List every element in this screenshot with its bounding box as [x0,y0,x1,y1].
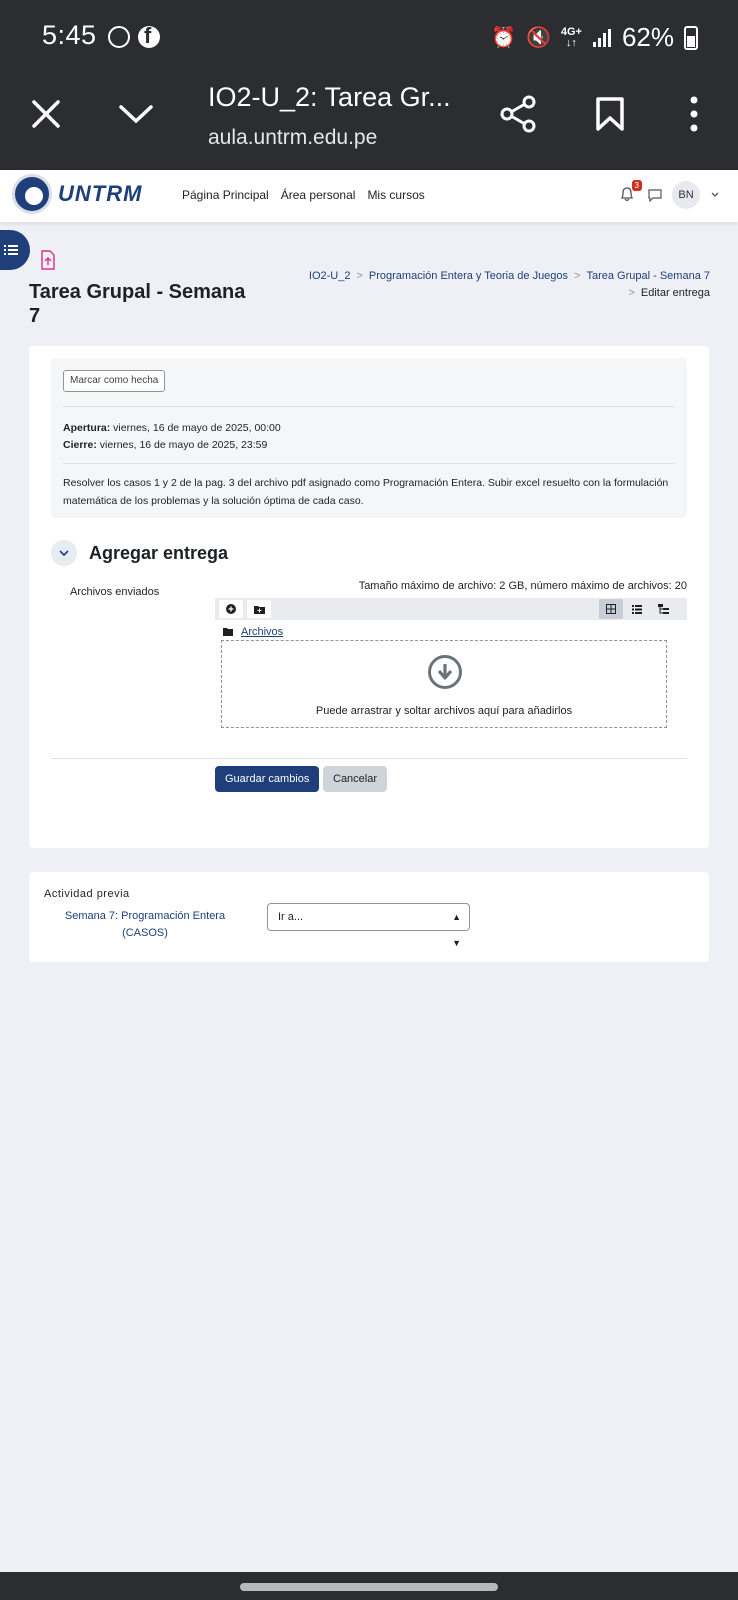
previous-activity-link[interactable]: Semana 7: Programación Entera (CASOS) [59,908,231,942]
jump-to-value: Ir a... [278,911,304,923]
status-time: 5:45 [42,20,97,50]
files-field-label: Archivos enviados [70,586,160,598]
assignment-description: Resolver los casos 1 y 2 de la pag. 3 de… [63,477,669,507]
jump-to-select[interactable]: Ir a... ▲ ▼ [267,903,470,948]
facebook-icon [138,23,160,49]
site-navbar: UNTRM Página Principal Área personal Mis… [0,170,738,222]
mark-as-done-button[interactable]: Marcar como hecha [63,370,166,392]
select-arrow-icon: ▲ ▼ [452,912,461,948]
primary-nav: Página Principal Área personal Mis curso… [182,188,425,202]
assignment-dates: Apertura: viernes, 16 de mayo de 2025, 0… [63,420,281,454]
view-tree-button[interactable] [651,599,675,619]
tab-url[interactable]: aula.untrm.edu.pe [208,126,377,150]
home-gesture-handle[interactable] [240,1583,498,1591]
submission-card: Marcar como hecha Apertura: viernes, 16 … [29,346,709,848]
files-folder-link[interactable]: Archivos [241,626,283,638]
breadcrumb: IO2-U_2 > Programación Entera y Teoria de … [308,270,710,299]
divider [63,463,675,464]
notification-count-badge: 3 [631,180,642,191]
add-submission-header[interactable]: Agregar entrega [51,540,228,566]
battery-percent: 62% [621,22,674,52]
list-view-icon [632,604,642,614]
minimize-button[interactable] [112,90,160,138]
signal-icon [592,28,611,47]
tab-title: IO2-U_2: Tarea Gr... [208,82,451,112]
divider [63,406,675,407]
close-tab-button[interactable] [22,90,70,138]
collapse-toggle[interactable] [51,540,77,566]
assignment-icon [41,250,55,270]
folder-icon [223,628,233,636]
notifications-button[interactable]: 3 [620,180,642,204]
cancel-button[interactable]: Cancelar [323,766,388,792]
network-indicator: 4G+ ↓↑ [560,25,582,49]
view-icons-button[interactable] [599,599,623,619]
alarm-icon: ⏰ [491,27,516,49]
file-picker-toolbar [215,598,687,620]
status-icons: ⏰ 🔇 4G+ ↓↑ 62% [491,22,698,53]
site-logo[interactable]: UNTRM [58,181,142,207]
more-menu-button[interactable] [670,90,718,138]
share-icon [500,95,536,133]
chevron-down-icon[interactable] [710,191,720,199]
assignment-info: Marcar como hecha Apertura: viernes, 16 … [51,358,687,518]
file-picker-path: Archivos [223,626,283,638]
drop-zone-text: Puede arrastrar y soltar archivos aquí p… [315,705,573,717]
chevron-down-icon [59,550,69,557]
mute-icon: 🔇 [525,27,551,49]
bookmark-button[interactable] [586,90,634,138]
battery-icon [684,25,698,50]
course-index-toggle[interactable] [0,230,30,270]
list-icon [4,245,18,255]
folder-plus-icon [253,605,265,614]
closing-label: Cierre: [63,439,97,451]
breadcrumb-assignment[interactable]: Tarea Grupal - Semana 7 [586,270,710,282]
breadcrumb-current: Editar entrega [640,287,710,299]
bookmark-icon [596,97,624,131]
download-arrow-icon [428,655,462,689]
nav-home[interactable]: Página Principal [182,188,269,202]
previous-activity-heading: Actividad previa [44,888,130,900]
add-file-icon [226,604,236,614]
breadcrumb-section[interactable]: Programación Entera y Teoria de Juegos [369,270,568,282]
save-button[interactable]: Guardar cambios [215,766,320,792]
system-nav-bar [0,1572,738,1600]
more-vertical-icon [690,96,698,132]
closing-value: viernes, 16 de mayo de 2025, 23:59 [96,439,268,451]
activity-navigation: Actividad previa Semana 7: Programación … [29,872,709,962]
opening-value: viernes, 16 de mayo de 2025, 00:00 [110,422,281,434]
upload-limits: Tamaño máximo de archivo: 2 GB, número m… [358,580,687,592]
page-title: Tarea Grupal - Semana 7 [29,281,246,327]
view-details-button[interactable] [625,599,649,619]
create-folder-button[interactable] [247,600,271,618]
grid-view-icon [606,604,616,614]
message-icon[interactable] [648,188,662,202]
avatar[interactable]: BN [672,181,700,209]
chevron-down-icon [119,105,153,124]
drop-zone[interactable]: Puede arrastrar y soltar archivos aquí p… [221,640,667,728]
breadcrumb-course[interactable]: IO2-U_2 [309,270,351,282]
whatsapp-icon [108,26,130,48]
section-title: Agregar entrega [89,542,229,563]
share-button[interactable] [494,90,542,138]
tree-view-icon [657,604,669,614]
divider [51,758,687,759]
add-file-button[interactable] [219,600,243,618]
nav-my-courses[interactable]: Mis cursos [367,188,424,202]
university-seal-icon[interactable] [12,174,52,214]
close-icon [32,100,60,128]
user-area: 3 BN [620,180,720,209]
opening-label: Apertura: [63,422,111,434]
browser-chrome: 5:45 ⏰ 🔇 4G+↓↑ 62% IO2-U_2: Tarea Gr... … [0,0,738,170]
nav-dashboard[interactable]: Área personal [281,188,356,202]
file-picker: Archivos Puede arrastrar y soltar archiv… [215,598,687,738]
